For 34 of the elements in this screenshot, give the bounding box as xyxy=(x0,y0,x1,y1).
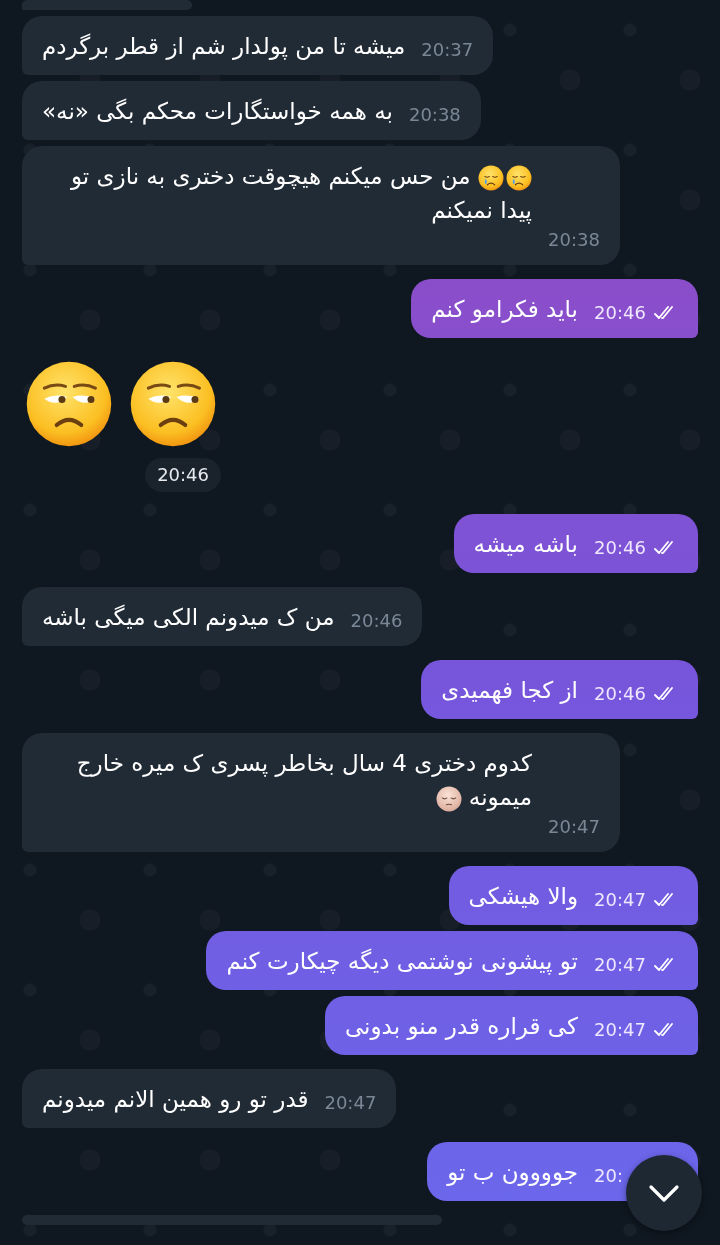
message-time: 20:47 xyxy=(324,1091,377,1115)
message-time: 20:46 xyxy=(145,458,221,492)
message-text: میشه تا من پولدار شم از قطر برگردم xyxy=(42,32,406,62)
crying-face-icon xyxy=(478,164,504,191)
message-time: 20:46 xyxy=(350,609,403,633)
pensive-face-icon xyxy=(435,785,462,812)
message-time: 20:47 xyxy=(594,888,646,912)
message-text: تو پیشونی نوشتمی دیگه چیکارت کنم xyxy=(226,947,578,977)
message-text: قدر تو رو همین الانم میدونم xyxy=(42,1085,309,1115)
crying-face-icon xyxy=(506,164,532,191)
message-text: من ک میدونم الکی میگی باشه xyxy=(42,603,335,633)
message-text: جوووون ب تو xyxy=(447,1158,578,1188)
message-time: 20:47 xyxy=(548,815,600,839)
scroll-down-button[interactable] xyxy=(626,1155,702,1231)
message-time: 20:46 xyxy=(594,301,646,325)
message-text: به همه خواستگارات محکم بگی «نه» xyxy=(42,97,393,127)
message-time: 20:37 xyxy=(421,38,474,62)
message-time: 20: xyxy=(594,1164,623,1188)
message-text: والا هیشکی xyxy=(468,882,578,912)
message-time: 20:46 xyxy=(594,536,646,560)
unamused-face-icon xyxy=(25,360,113,448)
message-text: از کجا فهمیدی xyxy=(441,676,578,706)
chevron-down-icon xyxy=(648,1183,680,1203)
message-time: 20:47 xyxy=(594,1018,646,1042)
message-time: 20:47 xyxy=(594,953,646,977)
message-text: باید فکرامو کنم xyxy=(431,295,578,325)
unamused-face-icon xyxy=(129,360,217,448)
message-text: من حس میکنم هیچوقت دختری به نازی تو پیدا نمیکنم xyxy=(69,162,532,226)
message-time: 20:46 xyxy=(594,682,646,706)
message-text: باشه میشه xyxy=(473,530,578,559)
message-text: کی قراره قدر منو بدونی xyxy=(344,1012,578,1042)
message-text: کدوم دختری 4 سال بخاطر پسری ک میره خارج میمونه xyxy=(75,749,532,814)
message-time: 20:38 xyxy=(548,228,600,252)
message-time: 20:38 xyxy=(408,103,461,127)
